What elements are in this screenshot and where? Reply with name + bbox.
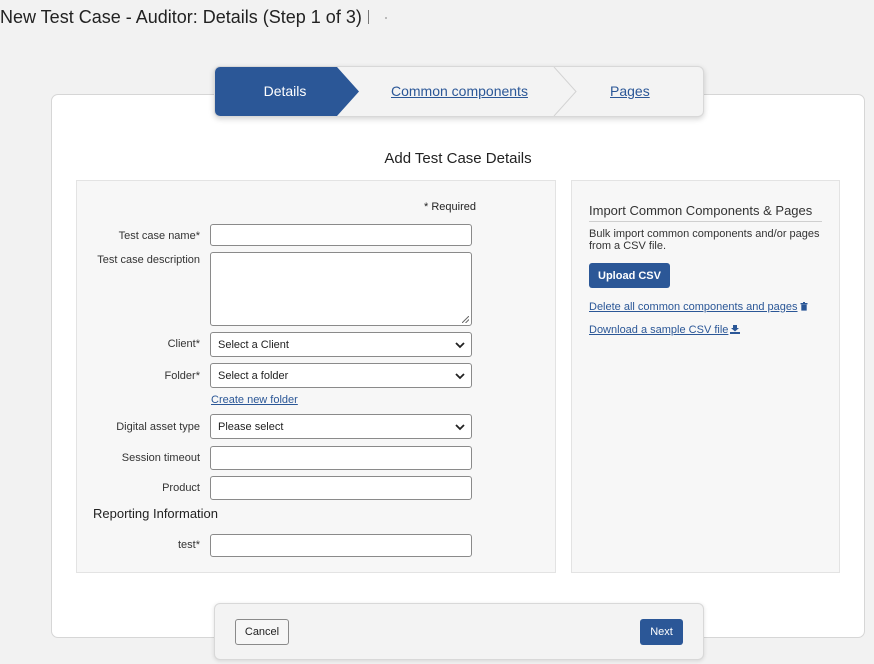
import-description: Bulk import common components and/or pag… <box>589 228 820 252</box>
chevron-down-icon <box>455 373 465 380</box>
required-note: * Required <box>424 201 476 213</box>
chevron-down-icon <box>455 424 465 431</box>
folder-label: Folder* <box>164 370 200 382</box>
folder-select-value: Select a folder <box>218 370 289 382</box>
test-label: test* <box>177 539 200 551</box>
step-common-components[interactable]: Common components <box>391 83 528 99</box>
cancel-button[interactable]: Cancel <box>235 619 289 645</box>
title-dot <box>384 17 387 19</box>
upload-csv-button[interactable]: Upload CSV <box>589 263 670 288</box>
delete-all-link[interactable]: Delete all common components and pages <box>589 301 798 313</box>
product-label: Product <box>162 482 200 494</box>
reporting-heading: Reporting Information <box>93 506 219 521</box>
delete-all-link-wrap[interactable]: Delete all common components and pages <box>589 301 808 313</box>
next-button[interactable]: Next <box>640 619 683 645</box>
test-input[interactable] <box>210 534 472 557</box>
download-icon <box>730 325 741 334</box>
client-label: Client* <box>167 338 200 350</box>
test-case-description-textarea[interactable] <box>210 252 472 326</box>
step-pages[interactable]: Pages <box>610 83 650 99</box>
session-timeout-label: Session timeout <box>121 452 200 464</box>
step-arrow-icon <box>335 67 359 116</box>
step-details-label: Details <box>263 83 307 99</box>
import-title: Import Common Components & Pages <box>589 203 813 218</box>
digital-asset-type-value: Please select <box>218 421 284 433</box>
download-sample-link[interactable]: Download a sample CSV file <box>589 324 728 336</box>
digital-asset-type-label: Digital asset type <box>116 421 200 433</box>
test-case-name-label: Test case name* <box>118 230 200 242</box>
form-heading: Add Test Case Details <box>384 150 532 167</box>
page-title-text: New Test Case - Auditor: Details (Step 1… <box>0 7 362 27</box>
download-sample-link-wrap[interactable]: Download a sample CSV file <box>589 324 741 336</box>
footer-bar: Cancel Next <box>214 603 704 660</box>
text-cursor <box>367 10 369 24</box>
client-select[interactable]: Select a Client <box>210 332 472 357</box>
test-case-name-input[interactable] <box>210 224 472 246</box>
session-timeout-input[interactable] <box>210 446 472 470</box>
resize-grip-icon[interactable] <box>462 316 469 323</box>
step-details[interactable]: Details <box>215 67 337 116</box>
page-title: New Test Case - Auditor: Details (Step 1… <box>0 7 387 28</box>
step-wizard: Details Common components Pages <box>214 66 704 117</box>
step-separator-icon <box>553 67 577 116</box>
create-new-folder-link[interactable]: Create new folder <box>211 394 298 406</box>
client-select-value: Select a Client <box>218 339 289 351</box>
folder-select[interactable]: Select a folder <box>210 363 472 388</box>
test-case-description-label: Test case description <box>97 254 200 266</box>
digital-asset-type-select[interactable]: Please select <box>210 414 472 439</box>
product-input[interactable] <box>210 476 472 500</box>
trash-icon <box>800 302 808 311</box>
chevron-down-icon <box>455 342 465 349</box>
import-divider <box>589 221 822 222</box>
